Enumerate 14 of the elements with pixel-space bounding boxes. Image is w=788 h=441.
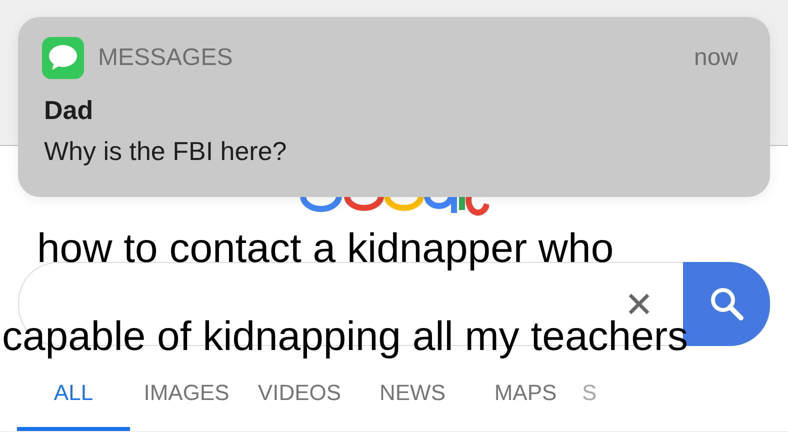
search-tab[interactable]: MAPS [469,371,582,431]
notification-time: now [694,43,738,73]
app-name: MESSAGES [98,43,233,73]
notification-card[interactable]: MESSAGES now Dad Why is the FBI here? [18,17,770,197]
search-tab[interactable]: NEWS [356,371,469,431]
search-tab[interactable]: VIDEOS [243,371,356,431]
message-text: Why is the FBI here? [44,135,288,168]
search-tab[interactable]: ALL [17,371,130,431]
close-icon[interactable] [627,292,651,316]
sender-name: Dad [44,94,94,127]
caption-text: how to contact a kidnapper who [37,228,614,269]
search-tab[interactable]: S [582,371,622,431]
search-tab[interactable]: IMAGES [130,371,243,431]
chat-bubble-icon [42,37,84,79]
